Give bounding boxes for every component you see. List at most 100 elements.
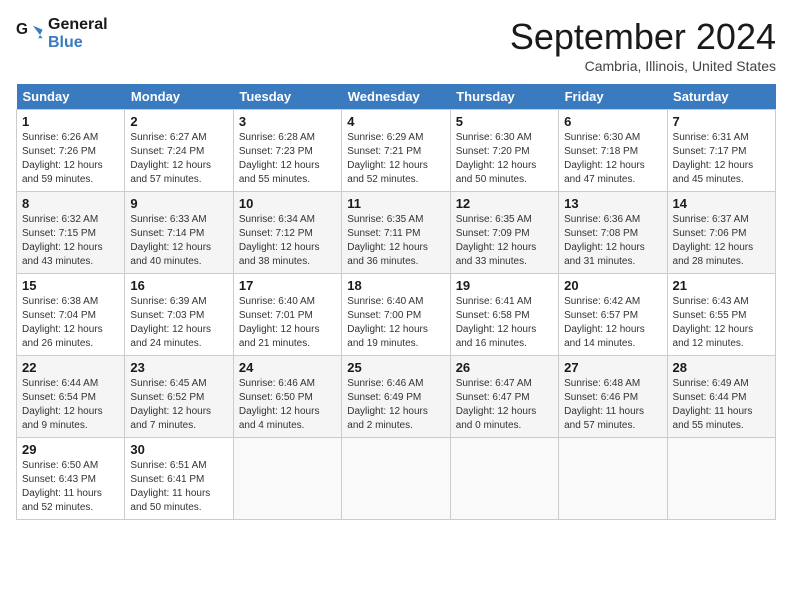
day-info: Sunrise: 6:30 AM Sunset: 7:20 PM Dayligh… bbox=[456, 131, 553, 187]
day-info: Sunrise: 6:38 AM Sunset: 7:04 PM Dayligh… bbox=[22, 295, 119, 351]
calendar-cell: 11 Sunrise: 6:35 AM Sunset: 7:11 PM Dayli… bbox=[342, 192, 450, 274]
day-info: Sunrise: 6:51 AM Sunset: 6:41 PM Dayligh… bbox=[130, 459, 227, 515]
day-number: 15 bbox=[22, 278, 119, 293]
day-info: Sunrise: 6:39 AM Sunset: 7:03 PM Dayligh… bbox=[130, 295, 227, 351]
calendar-cell: 22 Sunrise: 6:44 AM Sunset: 6:54 PM Dayli… bbox=[17, 356, 125, 438]
calendar-cell: 16Sunrise: 6:39 AM Sunset: 7:03 PM Dayli… bbox=[125, 274, 233, 356]
calendar-cell: 7 Sunrise: 6:31 AM Sunset: 7:17 PM Daylig… bbox=[667, 110, 775, 192]
weekday-header-saturday: Saturday bbox=[667, 84, 775, 110]
day-number: 1 bbox=[22, 114, 119, 129]
logo: G General Blue bbox=[16, 16, 108, 52]
calendar-cell: 12Sunrise: 6:35 AM Sunset: 7:09 PM Dayli… bbox=[450, 192, 558, 274]
day-info: Sunrise: 6:35 AM Sunset: 7:11 PM Dayligh… bbox=[347, 213, 444, 269]
day-number: 29 bbox=[22, 442, 119, 457]
day-number: 8 bbox=[22, 196, 119, 211]
day-info: Sunrise: 6:29 AM Sunset: 7:21 PM Dayligh… bbox=[347, 131, 444, 187]
calendar-cell: 5 Sunrise: 6:30 AM Sunset: 7:20 PM Daylig… bbox=[450, 110, 558, 192]
calendar-week: 29 Sunrise: 6:50 AM Sunset: 6:43 PM Dayli… bbox=[17, 438, 776, 520]
day-info: Sunrise: 6:42 AM Sunset: 6:57 PM Dayligh… bbox=[564, 295, 661, 351]
day-number: 14 bbox=[673, 196, 770, 211]
calendar-cell: 14 Sunrise: 6:37 AM Sunset: 7:06 PM Dayli… bbox=[667, 192, 775, 274]
day-info: Sunrise: 6:31 AM Sunset: 7:17 PM Dayligh… bbox=[673, 131, 770, 187]
svg-text:G: G bbox=[16, 21, 28, 38]
calendar-cell: 13 Sunrise: 6:36 AM Sunset: 7:08 PM Dayli… bbox=[559, 192, 667, 274]
day-number: 19 bbox=[456, 278, 553, 293]
calendar-body: 1 Sunrise: 6:26 AM Sunset: 7:26 PM Daylig… bbox=[17, 110, 776, 520]
calendar-cell: 30 Sunrise: 6:51 AM Sunset: 6:41 PM Dayli… bbox=[125, 438, 233, 520]
calendar-cell: 23Sunrise: 6:45 AM Sunset: 6:52 PM Dayli… bbox=[125, 356, 233, 438]
day-info: Sunrise: 6:43 AM Sunset: 6:55 PM Dayligh… bbox=[673, 295, 770, 351]
calendar-cell: 8 Sunrise: 6:32 AM Sunset: 7:15 PM Daylig… bbox=[17, 192, 125, 274]
day-number: 11 bbox=[347, 196, 444, 211]
weekday-header-monday: Monday bbox=[125, 84, 233, 110]
calendar-table: SundayMondayTuesdayWednesdayThursdayFrid… bbox=[16, 84, 776, 520]
calendar-cell: 24Sunrise: 6:46 AM Sunset: 6:50 PM Dayli… bbox=[233, 356, 341, 438]
calendar-cell: 1 Sunrise: 6:26 AM Sunset: 7:26 PM Daylig… bbox=[17, 110, 125, 192]
logo-icon: G bbox=[16, 20, 44, 48]
calendar-cell: 4 Sunrise: 6:29 AM Sunset: 7:21 PM Daylig… bbox=[342, 110, 450, 192]
calendar-cell bbox=[450, 438, 558, 520]
calendar-cell: 26 Sunrise: 6:47 AM Sunset: 6:47 PM Dayli… bbox=[450, 356, 558, 438]
day-number: 21 bbox=[673, 278, 770, 293]
calendar-cell: 10 Sunrise: 6:34 AM Sunset: 7:12 PM Dayli… bbox=[233, 192, 341, 274]
day-number: 28 bbox=[673, 360, 770, 375]
day-info: Sunrise: 6:26 AM Sunset: 7:26 PM Dayligh… bbox=[22, 131, 119, 187]
title-area: September 2024 Cambria, Illinois, United… bbox=[510, 16, 776, 74]
day-info: Sunrise: 6:34 AM Sunset: 7:12 PM Dayligh… bbox=[239, 213, 336, 269]
day-number: 9 bbox=[130, 196, 227, 211]
day-info: Sunrise: 6:47 AM Sunset: 6:47 PM Dayligh… bbox=[456, 377, 553, 433]
day-number: 26 bbox=[456, 360, 553, 375]
day-info: Sunrise: 6:32 AM Sunset: 7:15 PM Dayligh… bbox=[22, 213, 119, 269]
day-number: 7 bbox=[673, 114, 770, 129]
day-number: 24 bbox=[239, 360, 336, 375]
day-number: 13 bbox=[564, 196, 661, 211]
calendar-cell: 6Sunrise: 6:30 AM Sunset: 7:18 PM Daylig… bbox=[559, 110, 667, 192]
calendar-week: 1 Sunrise: 6:26 AM Sunset: 7:26 PM Daylig… bbox=[17, 110, 776, 192]
calendar-cell: 27Sunrise: 6:48 AM Sunset: 6:46 PM Dayli… bbox=[559, 356, 667, 438]
month-title: September 2024 bbox=[510, 16, 776, 58]
calendar-cell: 19Sunrise: 6:41 AM Sunset: 6:58 PM Dayli… bbox=[450, 274, 558, 356]
day-info: Sunrise: 6:36 AM Sunset: 7:08 PM Dayligh… bbox=[564, 213, 661, 269]
calendar-cell: 20 Sunrise: 6:42 AM Sunset: 6:57 PM Dayli… bbox=[559, 274, 667, 356]
day-number: 27 bbox=[564, 360, 661, 375]
weekday-header-wednesday: Wednesday bbox=[342, 84, 450, 110]
calendar-cell: 29 Sunrise: 6:50 AM Sunset: 6:43 PM Dayli… bbox=[17, 438, 125, 520]
day-number: 22 bbox=[22, 360, 119, 375]
day-info: Sunrise: 6:37 AM Sunset: 7:06 PM Dayligh… bbox=[673, 213, 770, 269]
day-info: Sunrise: 6:28 AM Sunset: 7:23 PM Dayligh… bbox=[239, 131, 336, 187]
calendar-cell: 28 Sunrise: 6:49 AM Sunset: 6:44 PM Dayli… bbox=[667, 356, 775, 438]
day-number: 4 bbox=[347, 114, 444, 129]
day-info: Sunrise: 6:46 AM Sunset: 6:49 PM Dayligh… bbox=[347, 377, 444, 433]
day-number: 25 bbox=[347, 360, 444, 375]
calendar-cell: 17 Sunrise: 6:40 AM Sunset: 7:01 PM Dayli… bbox=[233, 274, 341, 356]
location-title: Cambria, Illinois, United States bbox=[510, 58, 776, 74]
calendar-cell bbox=[559, 438, 667, 520]
day-number: 5 bbox=[456, 114, 553, 129]
day-number: 10 bbox=[239, 196, 336, 211]
day-number: 18 bbox=[347, 278, 444, 293]
calendar-cell: 2Sunrise: 6:27 AM Sunset: 7:24 PM Daylig… bbox=[125, 110, 233, 192]
day-info: Sunrise: 6:40 AM Sunset: 7:01 PM Dayligh… bbox=[239, 295, 336, 351]
weekday-header-friday: Friday bbox=[559, 84, 667, 110]
logo-text: General Blue bbox=[48, 16, 108, 52]
calendar-cell bbox=[667, 438, 775, 520]
calendar-week: 8 Sunrise: 6:32 AM Sunset: 7:15 PM Daylig… bbox=[17, 192, 776, 274]
day-info: Sunrise: 6:40 AM Sunset: 7:00 PM Dayligh… bbox=[347, 295, 444, 351]
calendar-cell: 25 Sunrise: 6:46 AM Sunset: 6:49 PM Dayli… bbox=[342, 356, 450, 438]
day-number: 20 bbox=[564, 278, 661, 293]
day-info: Sunrise: 6:44 AM Sunset: 6:54 PM Dayligh… bbox=[22, 377, 119, 433]
calendar-week: 22 Sunrise: 6:44 AM Sunset: 6:54 PM Dayli… bbox=[17, 356, 776, 438]
day-number: 17 bbox=[239, 278, 336, 293]
page-header: G General Blue September 2024 Cambria, I… bbox=[16, 16, 776, 74]
day-info: Sunrise: 6:49 AM Sunset: 6:44 PM Dayligh… bbox=[673, 377, 770, 433]
calendar-cell: 15 Sunrise: 6:38 AM Sunset: 7:04 PM Dayli… bbox=[17, 274, 125, 356]
calendar-cell: 9Sunrise: 6:33 AM Sunset: 7:14 PM Daylig… bbox=[125, 192, 233, 274]
weekday-header-thursday: Thursday bbox=[450, 84, 558, 110]
day-number: 30 bbox=[130, 442, 227, 457]
calendar-cell bbox=[233, 438, 341, 520]
weekday-header-tuesday: Tuesday bbox=[233, 84, 341, 110]
day-number: 2 bbox=[130, 114, 227, 129]
calendar-cell: 21 Sunrise: 6:43 AM Sunset: 6:55 PM Dayli… bbox=[667, 274, 775, 356]
day-info: Sunrise: 6:50 AM Sunset: 6:43 PM Dayligh… bbox=[22, 459, 119, 515]
day-number: 23 bbox=[130, 360, 227, 375]
